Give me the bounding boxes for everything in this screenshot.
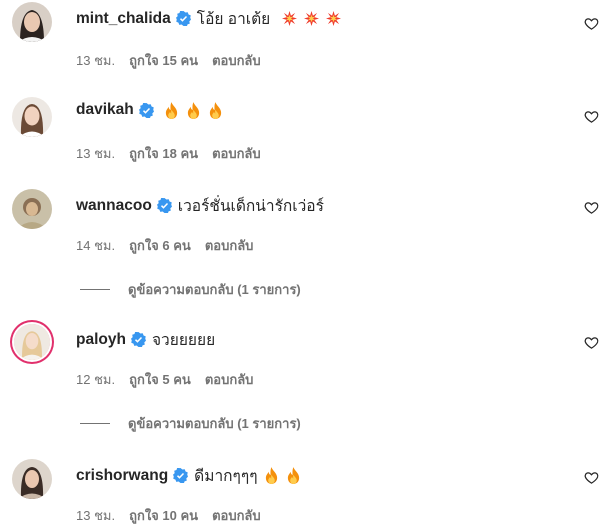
fire-emoji-icon (208, 101, 223, 119)
reply-button[interactable]: ตอบกลับ (205, 369, 254, 390)
reply-button[interactable]: ตอบกลับ (212, 143, 261, 164)
like-heart-icon[interactable] (584, 335, 599, 350)
comment-text: โอ้ย อาเต้ย (196, 11, 271, 28)
fire-emoji-icon (164, 101, 179, 119)
timestamp[interactable]: 12 ชม. (76, 369, 115, 390)
fire-emoji-icon (286, 467, 301, 484)
reply-button[interactable]: ตอบกลับ (212, 505, 261, 526)
avatar[interactable] (12, 459, 52, 499)
collision-emoji-icon (326, 10, 342, 27)
view-replies-button[interactable]: ดูข้อความตอบกลับ (1 รายการ) (80, 413, 301, 434)
divider-dash (80, 423, 110, 424)
likes-count[interactable]: ถูกใจ 10 คน (129, 505, 198, 526)
username[interactable]: paloyh (76, 331, 126, 349)
avatar[interactable] (12, 97, 52, 137)
view-replies-label: ดูข้อความตอบกลับ (1 รายการ) (128, 282, 301, 297)
fire-emoji-icon (264, 467, 279, 484)
likes-count[interactable]: ถูกใจ 15 คน (129, 50, 198, 71)
timestamp[interactable]: 14 ชม. (76, 235, 115, 256)
view-replies-label: ดูข้อความตอบกลับ (1 รายการ) (128, 416, 301, 431)
avatar[interactable] (12, 189, 52, 229)
likes-count[interactable]: ถูกใจ 5 คน (129, 369, 191, 390)
reply-button[interactable]: ตอบกลับ (212, 50, 261, 71)
verified-badge-icon (173, 468, 189, 483)
avatar-with-story-ring[interactable] (14, 324, 50, 360)
verified-badge-icon (138, 102, 154, 118)
timestamp[interactable]: 13 ชม. (76, 505, 115, 526)
comment-text: เวอร์ชั่นเด็กน่ารักเว่อร์ (177, 198, 324, 215)
likes-count[interactable]: ถูกใจ 6 คน (129, 235, 191, 256)
likes-count[interactable]: ถูกใจ 18 คน (129, 143, 198, 164)
avatar[interactable] (12, 2, 52, 42)
comment-text: จวยยยยย (151, 332, 216, 349)
like-heart-icon[interactable] (584, 470, 599, 485)
like-heart-icon[interactable] (584, 16, 599, 31)
username[interactable]: wannacoo (76, 197, 152, 215)
collision-emoji-icon (282, 10, 298, 27)
divider-dash (80, 289, 110, 290)
verified-badge-icon (175, 11, 191, 26)
like-heart-icon[interactable] (584, 200, 599, 215)
timestamp[interactable]: 13 ชม. (76, 50, 115, 71)
username[interactable]: davikah (76, 101, 134, 119)
timestamp[interactable]: 13 ชม. (76, 143, 115, 164)
view-replies-button[interactable]: ดูข้อความตอบกลับ (1 รายการ) (80, 279, 301, 300)
username[interactable]: mint_chalida (76, 10, 171, 28)
verified-badge-icon (130, 332, 146, 347)
verified-badge-icon (156, 198, 172, 213)
collision-emoji-icon (304, 10, 320, 27)
username[interactable]: crishorwang (76, 467, 168, 485)
fire-emoji-icon (186, 101, 201, 119)
like-heart-icon[interactable] (584, 109, 599, 124)
comment-text: ดีมากๆๆๆ (194, 468, 258, 485)
reply-button[interactable]: ตอบกลับ (205, 235, 254, 256)
